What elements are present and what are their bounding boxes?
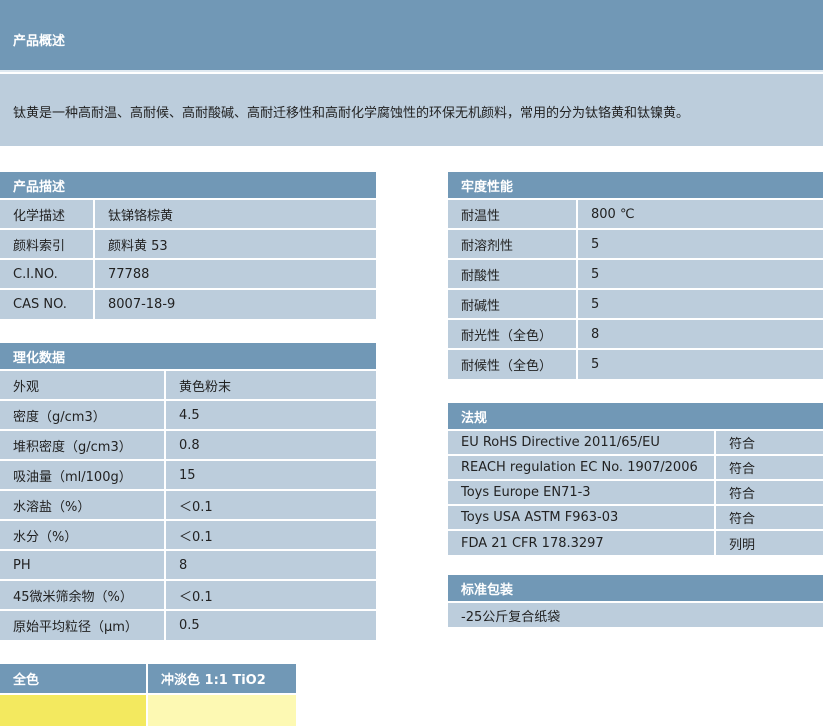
physchem-data-table: 理化数据 外观 黄色粉末 密度（g/cm3） 4.5 堆积密度（g/cm3） 0.8 …: [0, 343, 376, 640]
property-value: 黄色粉末: [164, 369, 376, 400]
property-label: 耐光性（全色）: [448, 318, 577, 349]
table-row: 化学描述 钛锑铬棕黄: [0, 198, 376, 229]
table-row: 耐光性（全色） 8: [448, 318, 823, 349]
table-row: 密度（g/cm3） 4.5: [0, 399, 376, 430]
product-description-title: 产品描述: [0, 172, 376, 199]
property-label: CAS NO.: [0, 288, 94, 319]
property-label: 密度（g/cm3）: [0, 399, 165, 430]
tint-color-swatch: [146, 693, 296, 726]
fastness-title: 牢度性能: [448, 172, 823, 199]
table-row: [0, 693, 296, 726]
table-row: Toys Europe EN71-3 符合: [448, 479, 823, 505]
fastness-table: 牢度性能 耐温性 800 ℃ 耐溶剂性 5 耐酸性 5 耐碱性 5 耐光性（全色） 8 耐…: [448, 172, 823, 379]
overview-title: 产品概述: [0, 0, 823, 72]
property-value: 5: [576, 348, 823, 379]
packaging-table: 标准包装 -25公斤复合纸袋: [448, 575, 823, 627]
table-row: CAS NO. 8007-18-9: [0, 288, 376, 319]
table-row: 水分（%） ＜0.1: [0, 519, 376, 550]
table-row: -25公斤复合纸袋: [448, 601, 823, 627]
regulations-table: 法规 EU RoHS Directive 2011/65/EU 符合 REACH …: [448, 403, 823, 555]
regulation-name: FDA 21 CFR 178.3297: [448, 529, 715, 555]
physchem-data-title: 理化数据: [0, 343, 376, 370]
property-label: 颜料索引: [0, 228, 94, 259]
property-label: 耐候性（全色）: [448, 348, 577, 379]
property-label: 吸油量（ml/100g）: [0, 459, 165, 490]
regulation-status: 符合: [714, 504, 823, 530]
property-value: ＜0.1: [164, 489, 376, 520]
property-value: 5: [576, 258, 823, 289]
property-label: 堆积密度（g/cm3）: [0, 429, 165, 460]
property-value: 8007-18-9: [93, 288, 376, 319]
full-color-swatch: [0, 693, 147, 726]
regulations-title: 法规: [448, 403, 823, 430]
packaging-text: -25公斤复合纸袋: [448, 601, 823, 627]
regulation-status: 列明: [714, 529, 823, 555]
product-description-table: 产品描述 化学描述 钛锑铬棕黄 颜料索引 颜料黄 53 C.I.NO. 77788 C…: [0, 172, 376, 319]
packaging-title: 标准包装: [448, 575, 823, 602]
overview-text: 钛黄是一种高耐温、高耐候、高耐酸碱、高耐迁移性和高耐化学腐蚀性的环保无机颜料，常…: [0, 74, 823, 146]
table-row: 耐溶剂性 5: [448, 228, 823, 259]
property-label: C.I.NO.: [0, 258, 94, 289]
property-value: ＜0.1: [164, 519, 376, 550]
regulation-name: REACH regulation EC No. 1907/2006: [448, 454, 715, 480]
table-row: FDA 21 CFR 178.3297 列明: [448, 529, 823, 555]
property-value: 15: [164, 459, 376, 490]
table-row: 耐温性 800 ℃: [448, 198, 823, 229]
table-row: 45微米筛余物（%） ＜0.1: [0, 579, 376, 610]
regulation-name: EU RoHS Directive 2011/65/EU: [448, 429, 715, 455]
property-value: 0.8: [164, 429, 376, 460]
table-row: 堆积密度（g/cm3） 0.8: [0, 429, 376, 460]
tint-color-label: 冲淡色 1:1 TiO2: [146, 664, 296, 694]
property-value: 钛锑铬棕黄: [93, 198, 376, 229]
table-row: EU RoHS Directive 2011/65/EU 符合: [448, 429, 823, 455]
table-row: REACH regulation EC No. 1907/2006 符合: [448, 454, 823, 480]
property-value: 8: [164, 549, 376, 580]
property-label: 外观: [0, 369, 165, 400]
property-label: PH: [0, 549, 165, 580]
property-label: 水分（%）: [0, 519, 165, 550]
property-value: 77788: [93, 258, 376, 289]
property-value: 5: [576, 228, 823, 259]
table-row: 外观 黄色粉末: [0, 369, 376, 400]
table-row: 耐候性（全色） 5: [448, 348, 823, 379]
property-value: 4.5: [164, 399, 376, 430]
table-row: 吸油量（ml/100g） 15: [0, 459, 376, 490]
color-swatch-table: 全色 冲淡色 1:1 TiO2: [0, 664, 296, 726]
property-label: 原始平均粒径（μm）: [0, 609, 165, 640]
table-row: C.I.NO. 77788: [0, 258, 376, 289]
regulation-status: 符合: [714, 429, 823, 455]
regulation-status: 符合: [714, 454, 823, 480]
property-label: 45微米筛余物（%）: [0, 579, 165, 610]
property-label: 耐碱性: [448, 288, 577, 319]
table-row: 原始平均粒径（μm） 0.5: [0, 609, 376, 640]
property-label: 耐溶剂性: [448, 228, 577, 259]
table-row: 水溶盐（%） ＜0.1: [0, 489, 376, 520]
table-row: 耐酸性 5: [448, 258, 823, 289]
property-label: 水溶盐（%）: [0, 489, 165, 520]
table-row: Toys USA ASTM F963-03 符合: [448, 504, 823, 530]
property-value: 8: [576, 318, 823, 349]
property-label: 化学描述: [0, 198, 94, 229]
property-value: 800 ℃: [576, 198, 823, 229]
property-value: ＜0.1: [164, 579, 376, 610]
table-row: 耐碱性 5: [448, 288, 823, 319]
property-label: 耐酸性: [448, 258, 577, 289]
table-row: 颜料索引 颜料黄 53: [0, 228, 376, 259]
property-label: 耐温性: [448, 198, 577, 229]
table-row: PH 8: [0, 549, 376, 580]
property-value: 0.5: [164, 609, 376, 640]
regulation-name: Toys Europe EN71-3: [448, 479, 715, 505]
full-color-label: 全色: [0, 664, 147, 694]
property-value: 5: [576, 288, 823, 319]
regulation-status: 符合: [714, 479, 823, 505]
regulation-name: Toys USA ASTM F963-03: [448, 504, 715, 530]
property-value: 颜料黄 53: [93, 228, 376, 259]
